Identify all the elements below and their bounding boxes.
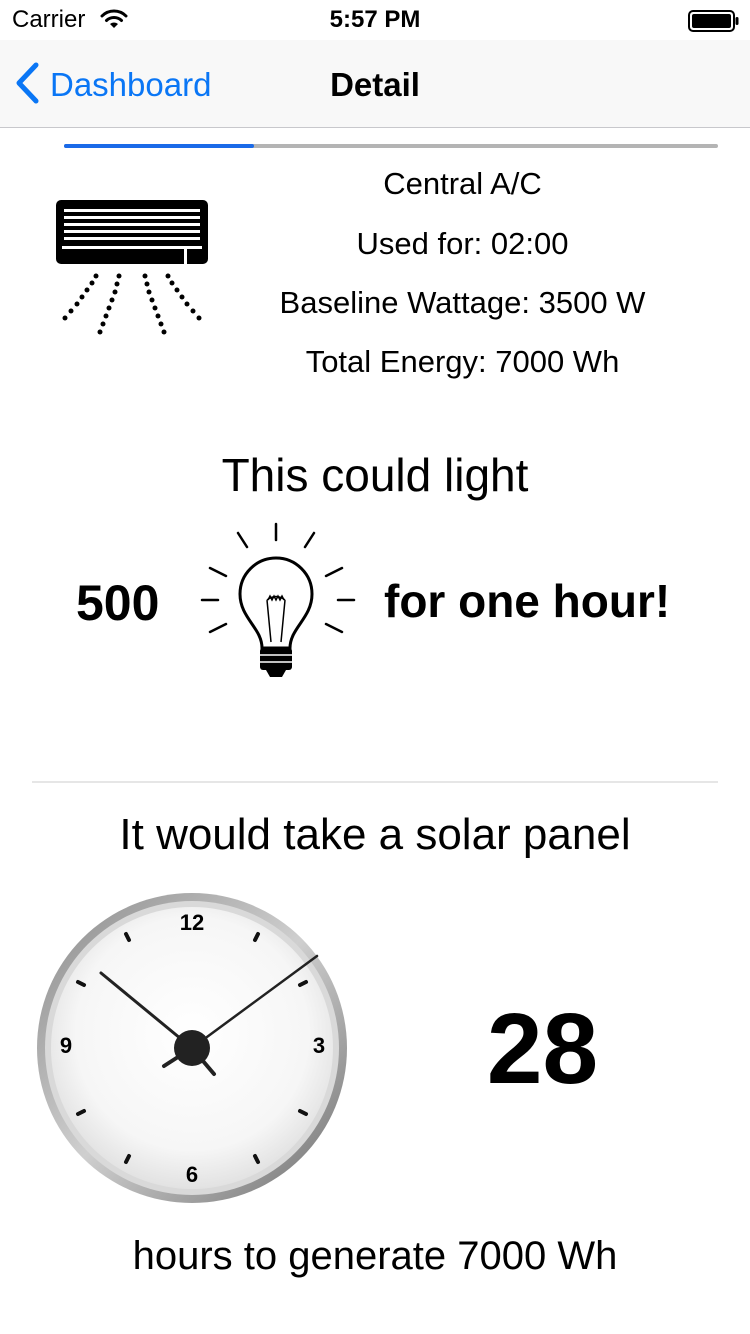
air-conditioner-icon — [52, 196, 212, 346]
total-energy: Total Energy: 7000 Wh — [305, 344, 620, 379]
appliance-name: Central A/C — [383, 166, 542, 201]
status-time: 5:57 PM — [329, 6, 421, 33]
bulb-count: 500 — [76, 575, 160, 631]
solar-footer-text: hours to generate 7000 Wh — [132, 1234, 618, 1278]
hours-value: 28 — [486, 993, 599, 1105]
clock-numeral-3: 3 — [313, 1033, 325, 1058]
progress-bar-fill — [64, 144, 254, 148]
solar-heading: It would take a solar panel — [119, 810, 631, 859]
progress-bar — [64, 144, 718, 148]
clock-numeral-9: 9 — [60, 1033, 72, 1058]
page-title: Detail — [330, 66, 420, 103]
battery-icon — [688, 10, 740, 37]
light-heading: This could light — [221, 449, 529, 501]
section-divider — [32, 781, 718, 783]
lightbulb-icon — [198, 520, 358, 690]
status-bar: Carrier 5:57 PM — [0, 0, 750, 40]
clock-numeral-6: 6 — [186, 1162, 198, 1187]
baseline-wattage: Baseline Wattage: 3500 W — [279, 285, 646, 320]
usage-duration: Used for: 02:00 — [356, 226, 569, 261]
clock-numeral-12: 12 — [180, 910, 204, 935]
navigation-bar: Dashboard Detail — [0, 40, 750, 128]
light-duration-text: for one hour! — [384, 575, 671, 627]
clock-icon: 12 3 6 9 — [34, 890, 350, 1211]
